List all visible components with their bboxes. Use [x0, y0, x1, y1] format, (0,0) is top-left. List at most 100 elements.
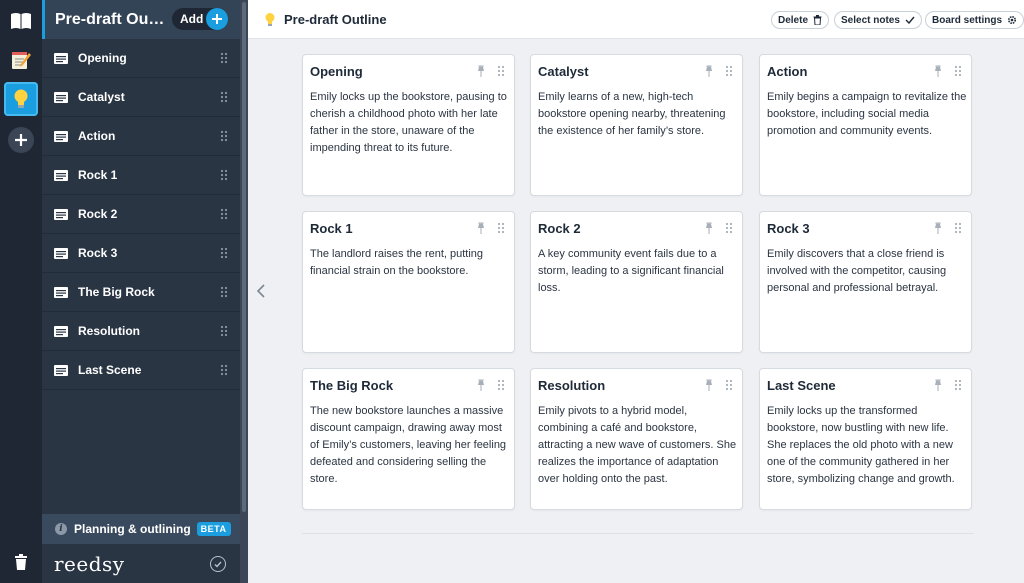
pin-icon[interactable] [704, 222, 714, 234]
planning-label: Planning & outlining [74, 522, 191, 536]
notepad-icon[interactable] [4, 43, 38, 77]
sidebar-item-label: Resolution [78, 324, 140, 338]
note-card-body[interactable]: Emily pivots to a hybrid model, combinin… [538, 403, 738, 488]
note-card[interactable]: Action Emily begins a campaign to revita… [759, 54, 972, 196]
drag-handle-icon[interactable] [725, 65, 733, 77]
check-circle-icon[interactable] [210, 556, 226, 572]
note-card-title[interactable]: Rock 1 [310, 221, 353, 236]
book-icon[interactable] [4, 4, 38, 38]
note-icon [54, 208, 68, 220]
add-plus-icon [206, 8, 228, 30]
pin-icon[interactable] [476, 65, 486, 77]
note-card[interactable]: The Big Rock The new bookstore launches … [302, 368, 515, 510]
sidebar-item-rock-2[interactable]: Rock 2 [42, 195, 240, 234]
sidebar-item-the-big-rock[interactable]: The Big Rock [42, 273, 240, 312]
pin-icon[interactable] [476, 222, 486, 234]
note-card-body[interactable]: Emily learns of a new, high-tech booksto… [538, 89, 738, 140]
board-header: Pre-draft Outline Delete Select notes Bo… [248, 0, 1024, 39]
sidebar-item-last-scene[interactable]: Last Scene [42, 351, 240, 390]
sidebar-item-rock-1[interactable]: Rock 1 [42, 156, 240, 195]
plus-icon[interactable] [8, 127, 34, 153]
lightbulb-icon[interactable] [4, 82, 38, 116]
drag-handle-icon[interactable] [725, 379, 733, 391]
pin-icon[interactable] [933, 379, 943, 391]
sidebar-item-opening[interactable]: Opening [42, 39, 240, 78]
delete-button[interactable]: Delete [771, 11, 830, 29]
pin-icon[interactable] [476, 379, 486, 391]
note-card-body[interactable]: A key community event fails due to a sto… [538, 246, 738, 297]
drag-handle-icon[interactable] [497, 379, 505, 391]
note-card-body[interactable]: Emily begins a campaign to revitalize th… [767, 89, 967, 140]
note-card-title[interactable]: Opening [310, 64, 363, 79]
pin-icon[interactable] [704, 379, 714, 391]
drag-handle-icon[interactable] [497, 65, 505, 77]
note-card-body[interactable]: Emily discovers that a close friend is i… [767, 246, 967, 297]
sidebar-item-rock-3[interactable]: Rock 3 [42, 234, 240, 273]
note-card-title[interactable]: The Big Rock [310, 378, 393, 393]
drag-handle-icon[interactable] [220, 247, 228, 259]
note-card[interactable]: Rock 3 Emily discovers that a close frie… [759, 211, 972, 353]
drag-handle-icon[interactable] [954, 222, 962, 234]
note-icon [54, 247, 68, 259]
board-settings-button[interactable]: Board settings [925, 11, 1024, 29]
note-card-title[interactable]: Last Scene [767, 378, 836, 393]
beta-badge: BETA [196, 522, 231, 536]
board-title: Pre-draft Outline [284, 11, 387, 27]
sidebar-scrollbar[interactable] [240, 0, 248, 583]
trash-icon[interactable] [4, 545, 38, 579]
sidebar-item-catalyst[interactable]: Catalyst [42, 78, 240, 117]
note-card[interactable]: Opening Emily locks up the bookstore, pa… [302, 54, 515, 196]
note-card-body[interactable]: The new bookstore launches a massive dis… [310, 403, 510, 488]
info-icon: i [55, 523, 67, 535]
icon-rail [0, 0, 42, 583]
note-icon [54, 91, 68, 103]
note-card-title[interactable]: Rock 2 [538, 221, 581, 236]
note-card-body[interactable]: The landlord raises the rent, putting fi… [310, 246, 510, 280]
drag-handle-icon[interactable] [220, 130, 228, 142]
note-card[interactable]: Catalyst Emily learns of a new, high-tec… [530, 54, 743, 196]
note-card-title[interactable]: Catalyst [538, 64, 589, 79]
board-settings-label: Board settings [932, 14, 1003, 26]
drag-handle-icon[interactable] [497, 222, 505, 234]
note-icon [54, 169, 68, 181]
note-card-body[interactable]: Emily locks up the bookstore, pausing to… [310, 89, 510, 157]
sidebar-item-label: The Big Rock [78, 285, 155, 299]
drag-handle-icon[interactable] [220, 364, 228, 376]
planning-footer[interactable]: i Planning & outlining BETA [42, 514, 240, 544]
drag-handle-icon[interactable] [220, 91, 228, 103]
add-button-label: Add [180, 12, 204, 26]
add-button[interactable]: Add [172, 8, 228, 30]
drag-handle-icon[interactable] [220, 208, 228, 220]
sidebar-item-label: Opening [78, 51, 127, 65]
note-card[interactable]: Resolution Emily pivots to a hybrid mode… [530, 368, 743, 510]
scrollbar-thumb[interactable] [242, 2, 246, 512]
note-icon [54, 130, 68, 142]
sidebar-item-label: Action [78, 129, 116, 143]
pin-icon[interactable] [933, 222, 943, 234]
drag-handle-icon[interactable] [725, 222, 733, 234]
collapse-sidebar-arrow-icon[interactable] [256, 283, 266, 299]
note-card-title[interactable]: Action [767, 64, 807, 79]
drag-handle-icon[interactable] [954, 379, 962, 391]
note-card-title[interactable]: Rock 3 [767, 221, 810, 236]
sidebar-item-resolution[interactable]: Resolution [42, 312, 240, 351]
note-card[interactable]: Rock 1 The landlord raises the rent, put… [302, 211, 515, 353]
sidebar-board-title[interactable]: Pre-draft Ou… [55, 11, 167, 29]
sidebar-item-action[interactable]: Action [42, 117, 240, 156]
drag-handle-icon[interactable] [954, 65, 962, 77]
note-card-title[interactable]: Resolution [538, 378, 605, 393]
pin-icon[interactable] [704, 65, 714, 77]
select-notes-label: Select notes [841, 14, 900, 26]
pin-icon[interactable] [933, 65, 943, 77]
drag-handle-icon[interactable] [220, 325, 228, 337]
note-card[interactable]: Rock 2 A key community event fails due t… [530, 211, 743, 353]
note-card[interactable]: Last Scene Emily locks up the transforme… [759, 368, 972, 510]
sidebar-item-label: Rock 2 [78, 207, 118, 221]
select-notes-button[interactable]: Select notes [834, 11, 922, 29]
sidebar-item-label: Last Scene [78, 363, 142, 377]
delete-button-label: Delete [778, 14, 809, 26]
drag-handle-icon[interactable] [220, 286, 228, 298]
note-card-body[interactable]: Emily locks up the transformed bookstore… [767, 403, 967, 488]
drag-handle-icon[interactable] [220, 52, 228, 64]
drag-handle-icon[interactable] [220, 169, 228, 181]
